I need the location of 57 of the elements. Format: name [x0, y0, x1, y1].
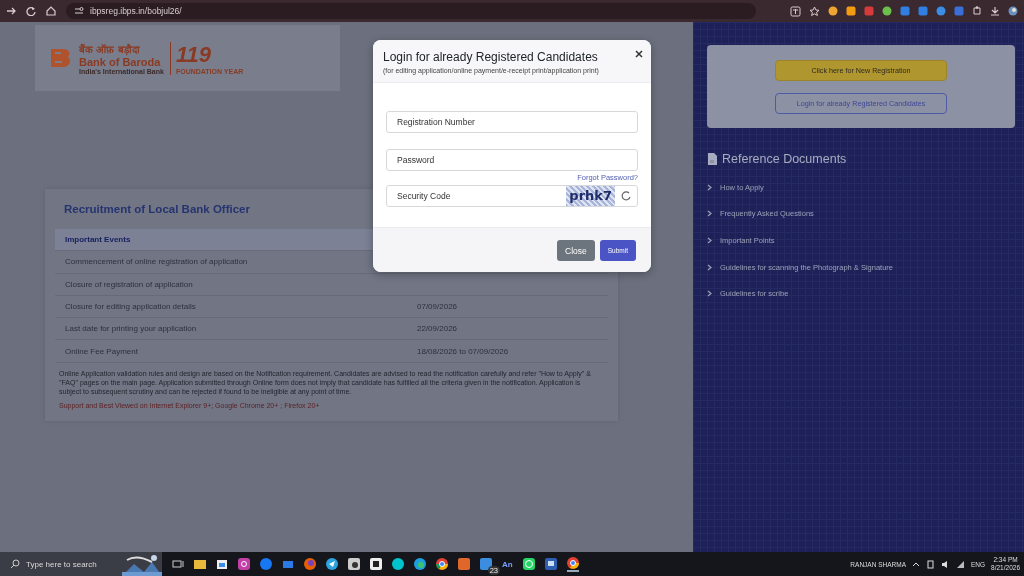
section-title: Recruitment of Local Bank Officer [64, 203, 251, 215]
section-title: Reference Documents [722, 152, 847, 166]
table-cell-text: 18/08/2026 to 07/09/2026 [417, 346, 510, 356]
chevron-icon [707, 290, 712, 298]
chevron-icon [707, 210, 712, 218]
site-info-icon[interactable] [74, 6, 84, 16]
chrome-icon[interactable] [566, 556, 579, 572]
url-text: ibpsreg.ibps.in/bobjul26/ [90, 6, 182, 16]
table-cell-text: 07/09/2026 [417, 302, 459, 312]
app-label[interactable]: An [502, 559, 513, 569]
password-field[interactable]: Password [386, 149, 638, 171]
circle-icon[interactable] [392, 558, 404, 570]
chat-icon[interactable] [522, 558, 535, 570]
reload-icon[interactable] [26, 6, 36, 16]
security-code-field[interactable]: Security Code prhk7 [386, 185, 638, 207]
chevron-up-icon[interactable] [912, 560, 920, 568]
table-cell-text: 22/09/2026 [417, 324, 459, 334]
star-icon[interactable] [809, 5, 820, 17]
document-icon [707, 153, 717, 165]
circle-icon[interactable] [414, 558, 426, 570]
folder-icon[interactable] [194, 558, 206, 570]
refresh-icon[interactable] [620, 190, 632, 202]
close-icon[interactable] [635, 50, 643, 58]
search-field[interactable]: Type here to search [0, 552, 162, 576]
app-icon[interactable] [544, 558, 557, 570]
wifi-icon[interactable] [956, 559, 965, 569]
forward-icon[interactable] [6, 6, 16, 16]
dialog-title: Login for already Registered Candidates [383, 50, 599, 64]
download-icon[interactable] [990, 6, 1000, 16]
year-text: 119 [175, 41, 212, 68]
paper-plane-icon[interactable] [326, 558, 338, 570]
security-code-input[interactable]: Security Code [387, 191, 567, 201]
chevron-icon [707, 237, 712, 244]
table-header: Important Events [65, 235, 132, 245]
app-icon[interactable] [370, 558, 382, 570]
registration-number-input[interactable]: Registration Number [387, 117, 637, 127]
table-cell-text: Online Fee Payment [65, 346, 139, 356]
captcha-text: prhk7 [566, 186, 615, 206]
chevron-icon [707, 183, 712, 191]
registration-number-field[interactable]: Registration Number [386, 111, 638, 133]
password-input[interactable]: Password [387, 155, 637, 165]
envelope-icon[interactable] [282, 558, 294, 570]
avatar-icon[interactable] [1008, 6, 1018, 16]
speaker-icon[interactable] [941, 559, 950, 569]
task-view-icon[interactable] [172, 559, 184, 569]
close-button[interactable]: Close [557, 240, 595, 261]
circle-icon[interactable] [260, 558, 272, 570]
logo-text: Bank of Baroda [79, 55, 162, 68]
chevron-icon [707, 263, 712, 271]
chrome-icon[interactable] [436, 558, 448, 570]
table-cell-text: Commencement of online registration of application [65, 257, 249, 267]
camera-icon[interactable] [238, 558, 250, 570]
search-icon [10, 559, 20, 569]
logo-text: बैंक ऑफ़ बड़ौदा [79, 42, 141, 56]
translate-icon[interactable] [790, 5, 801, 17]
address-bar[interactable]: ibpsreg.ibps.in/bobjul26/ [66, 3, 756, 19]
home-icon[interactable] [46, 6, 56, 16]
